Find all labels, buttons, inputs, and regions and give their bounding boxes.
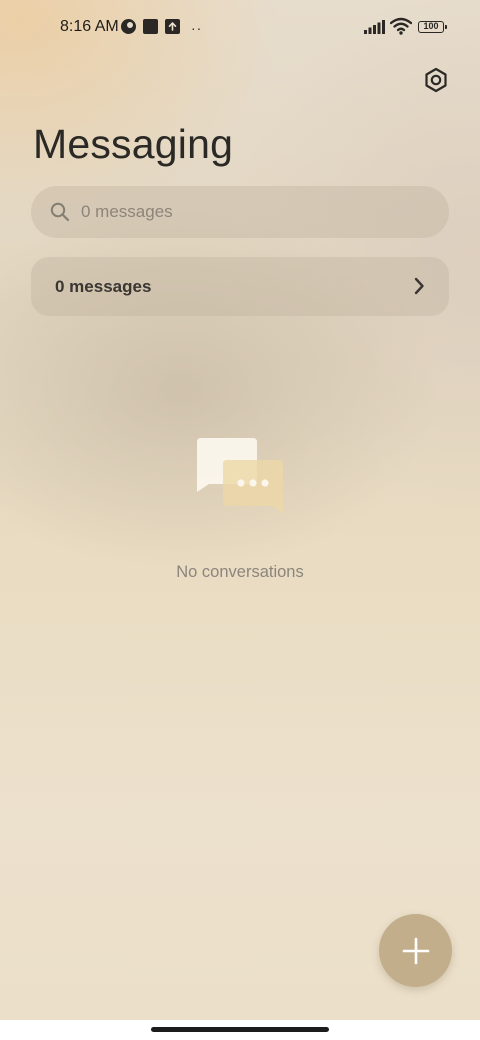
search-bar[interactable] — [31, 186, 449, 238]
chat-bubbles-icon — [197, 438, 283, 514]
chevron-right-icon — [414, 277, 424, 295]
app-notification-icon — [121, 19, 136, 34]
settings-button[interactable] — [418, 62, 454, 98]
status-time: 8:16 AM — [60, 18, 119, 35]
wifi-icon — [390, 17, 412, 35]
more-notifications-icon: ·· — [191, 20, 203, 36]
messages-row-label: 0 messages — [55, 277, 152, 296]
battery-icon: 100 — [418, 21, 447, 33]
empty-state-text: No conversations — [176, 563, 304, 581]
stop-square-icon — [143, 19, 158, 34]
page-title: Messaging — [33, 121, 234, 167]
home-indicator[interactable] — [151, 1027, 329, 1032]
signal-icon — [364, 20, 385, 34]
settings-hexagon-icon — [425, 67, 447, 93]
search-input[interactable] — [81, 186, 431, 238]
status-bar: 8:16 AM ·· 100 — [0, 0, 480, 56]
plus-icon — [402, 937, 429, 964]
navigation-bar — [0, 1020, 480, 1040]
new-message-button[interactable] — [379, 914, 452, 987]
search-icon — [50, 202, 70, 222]
messages-row[interactable]: 0 messages — [31, 257, 449, 316]
upload-icon — [165, 19, 180, 34]
